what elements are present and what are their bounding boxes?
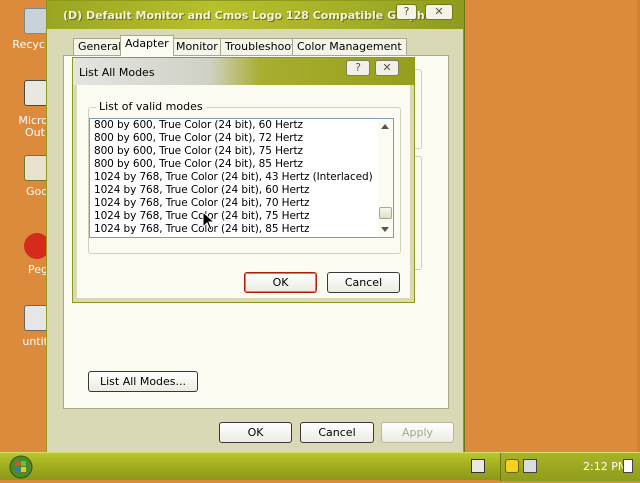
list-item[interactable]: 800 by 600, True Color (24 bit), 72 Hert…	[90, 132, 380, 145]
mouse-cursor-icon	[202, 211, 216, 231]
help-icon: ?	[403, 5, 410, 18]
help-icon: ?	[355, 61, 361, 74]
help-button[interactable]: ?	[396, 4, 417, 20]
tab-label: Troubleshoot	[225, 40, 296, 53]
title-bar[interactable]: (D) Default Monitor and Cmos Logo 128 Co…	[47, 1, 463, 29]
tab-label: Color Management	[297, 40, 402, 53]
tab-troubleshoot[interactable]: Troubleshoot	[220, 38, 301, 56]
start-button[interactable]	[4, 454, 38, 480]
list-item[interactable]: 1024 by 768, True Color (24 bit), 43 Her…	[90, 171, 380, 184]
ok-button[interactable]: OK	[219, 422, 292, 443]
button-label: OK	[272, 276, 289, 289]
desktop-icon-label-line2: Outl	[25, 126, 48, 139]
list-item[interactable]: 1024 by 768, True Color (24 bit), 85 Her…	[90, 223, 380, 236]
security-shield-icon[interactable]	[505, 459, 519, 473]
group-label: List of valid modes	[96, 100, 206, 113]
scroll-down-arrow-icon[interactable]	[381, 227, 389, 232]
button-label: List All Modes...	[99, 375, 187, 388]
dialog-close-button[interactable]: ✕	[375, 60, 399, 76]
desktop-icon-label: Recycl	[12, 38, 48, 51]
list-item[interactable]: 1024 by 768, True Color (24 bit), 70 Her…	[90, 197, 380, 210]
button-label: OK	[247, 426, 264, 439]
list-item[interactable]: 1024 by 768, True Color (24 bit), 75 Her…	[90, 210, 380, 223]
window-title: (D) Default Monitor and Cmos Logo 128 Co…	[63, 9, 442, 22]
network-icon[interactable]	[523, 459, 537, 473]
close-icon: ✕	[382, 61, 392, 74]
vertical-scrollbar[interactable]	[378, 119, 393, 237]
volume-icon[interactable]	[623, 459, 633, 473]
cancel-button[interactable]: Cancel	[300, 422, 374, 443]
desktop-icon-label: Peg	[28, 263, 48, 276]
windows-logo-icon	[9, 455, 33, 479]
clock[interactable]: 2:12 PM	[583, 460, 627, 473]
list-item[interactable]: 800 by 600, True Color (24 bit), 60 Hert…	[90, 119, 380, 132]
button-label: Cancel	[344, 276, 383, 289]
close-button[interactable]: ✕	[425, 4, 453, 20]
dialog-title: List All Modes	[79, 66, 155, 79]
tab-label: General	[78, 40, 122, 53]
button-label: Apply	[401, 426, 434, 439]
dialog-ok-button[interactable]: OK	[244, 272, 317, 293]
apply-button[interactable]: Apply	[381, 422, 454, 443]
tab-general[interactable]: General	[73, 38, 127, 56]
list-item[interactable]: 1024 by 768, True Color (24 bit), 60 Her…	[90, 184, 380, 197]
tab-adapter[interactable]: Adapter	[120, 35, 174, 56]
dialog-cancel-button[interactable]: Cancel	[327, 272, 400, 293]
taskbar: 2:12 PM	[0, 452, 640, 481]
tab-label: Adapter	[125, 37, 169, 50]
list-all-modes-dialog: List All Modes ? ✕ List of valid modes O…	[72, 57, 415, 303]
button-label: Cancel	[318, 426, 356, 439]
keyboard-icon[interactable]	[471, 459, 485, 473]
desktop-icon-label: untit	[22, 335, 48, 348]
dialog-help-button[interactable]: ?	[346, 60, 370, 76]
tab-label: Monitor	[176, 40, 218, 53]
close-icon: ✕	[434, 5, 444, 18]
system-tray: 2:12 PM	[471, 453, 640, 481]
list-item[interactable]: 800 by 600, True Color (24 bit), 75 Hert…	[90, 145, 380, 158]
dialog-title-bar[interactable]: List All Modes ? ✕	[73, 58, 414, 85]
modes-list: 800 by 600, True Color (24 bit), 60 Hert…	[90, 119, 380, 236]
scroll-up-arrow-icon[interactable]	[381, 124, 389, 129]
tab-monitor[interactable]: Monitor	[171, 38, 223, 56]
modes-listbox[interactable]: 800 by 600, True Color (24 bit), 60 Hert…	[89, 118, 394, 238]
list-all-modes-button[interactable]: List All Modes...	[88, 371, 198, 392]
tab-color-management[interactable]: Color Management	[292, 38, 407, 56]
list-item[interactable]: 800 by 600, True Color (24 bit), 85 Hert…	[90, 158, 380, 171]
scroll-thumb[interactable]	[379, 207, 392, 219]
desktop-icon-label: Goo	[26, 185, 48, 198]
